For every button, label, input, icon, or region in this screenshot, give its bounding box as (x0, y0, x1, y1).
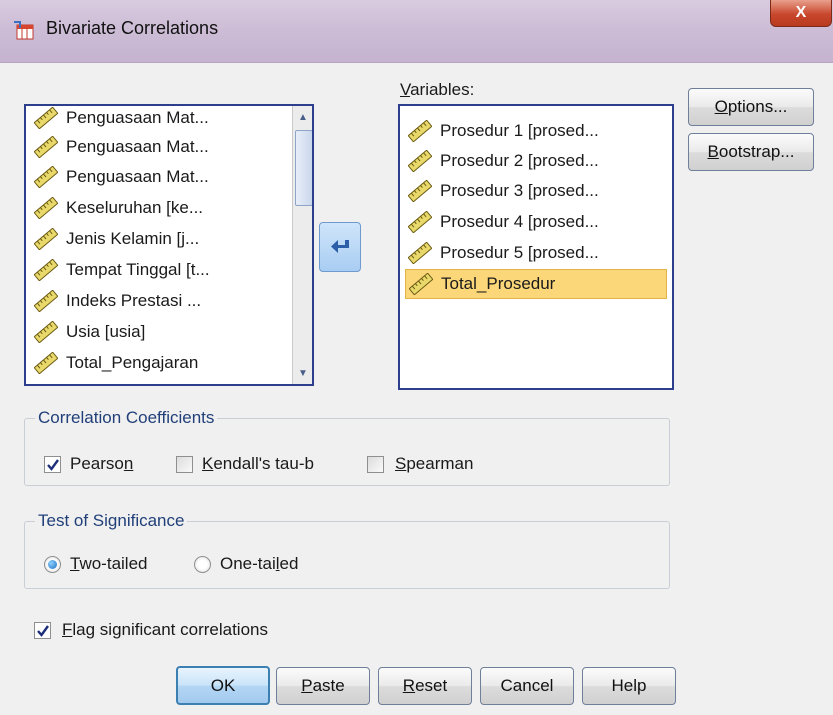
list-item[interactable]: Prosedur 4 [prosed... (408, 207, 599, 237)
list-item[interactable]: Keseluruhan [ke... (34, 193, 203, 223)
scroll-up-arrow-icon[interactable]: ▲ (294, 108, 312, 126)
list-item[interactable]: Prosedur 5 [prosed... (408, 238, 599, 268)
scale-variable-icon (34, 259, 58, 281)
two-tailed-label[interactable]: Two-tailed (70, 554, 148, 574)
spearman-label[interactable]: Spearman (395, 454, 473, 474)
pearson-checkbox[interactable] (44, 456, 61, 473)
options-button[interactable]: Options... (688, 88, 814, 126)
scale-variable-icon (408, 211, 432, 233)
list-item-selected[interactable]: Total_Prosedur (405, 269, 667, 299)
scale-variable-icon (408, 150, 432, 172)
list-item[interactable]: Penguasaan Mat... (34, 132, 209, 162)
one-tailed-label[interactable]: One-tailed (220, 554, 298, 574)
scale-variable-icon (34, 228, 58, 250)
scale-variable-icon (34, 166, 58, 188)
scale-variable-icon (34, 197, 58, 219)
list-item[interactable]: Tempat Tinggal [t... (34, 255, 210, 285)
flag-significant-label[interactable]: Flag significant correlations (62, 620, 268, 640)
bootstrap-button[interactable]: Bootstrap... (688, 133, 814, 171)
scale-variable-icon (34, 352, 58, 374)
vertical-scrollbar[interactable]: ▲ ▼ (292, 106, 312, 384)
scroll-down-arrow-icon[interactable]: ▼ (294, 364, 312, 382)
variables-list[interactable]: Prosedur 1 [prosed... Prosedur 2 [prosed… (398, 104, 674, 390)
ok-button[interactable]: OK (176, 666, 270, 705)
radio-selected-dot (48, 560, 57, 569)
spss-table-icon (14, 21, 34, 40)
one-tailed-radio[interactable] (194, 556, 211, 573)
checkmark-icon (36, 624, 50, 638)
title-bar: Bivariate Correlations X (0, 0, 833, 63)
list-item[interactable]: Prosedur 3 [prosed... (408, 176, 599, 206)
list-item[interactable]: Penguasaan Mat... (34, 104, 209, 133)
list-item[interactable]: Jenis Kelamin [j... (34, 224, 199, 254)
cancel-button[interactable]: Cancel (480, 667, 574, 705)
list-item[interactable]: Prosedur 1 [prosed... (408, 116, 599, 146)
source-variable-list[interactable]: Penguasaan Mat... Penguasaan Mat... Peng… (24, 104, 314, 386)
list-item[interactable]: Penguasaan Mat... (34, 162, 209, 192)
kendall-label[interactable]: Kendall's tau-b (202, 454, 314, 474)
window-title: Bivariate Correlations (46, 18, 219, 38)
close-button[interactable]: X (770, 0, 832, 27)
list-item[interactable]: Indeks Prestasi ... (34, 286, 201, 316)
variables-label: Variables: (400, 80, 475, 99)
group-legend: Correlation Coefficients (35, 408, 218, 428)
close-icon: X (795, 4, 807, 21)
scale-variable-icon (408, 120, 432, 142)
arrow-left-icon (331, 240, 349, 253)
kendall-checkbox[interactable] (176, 456, 193, 473)
two-tailed-radio[interactable] (44, 556, 61, 573)
correlation-coefficients-group: Correlation Coefficients (24, 408, 670, 486)
list-item[interactable]: Usia [usia] (34, 317, 145, 347)
help-button[interactable]: Help (582, 667, 676, 705)
reset-button[interactable]: Reset (378, 667, 472, 705)
list-item[interactable]: Total_Pengajaran (34, 348, 198, 378)
move-variable-button[interactable] (319, 222, 361, 272)
checkmark-icon (46, 458, 60, 472)
list-item[interactable]: Prosedur 2 [prosed... (408, 146, 599, 176)
scale-variable-icon (408, 242, 432, 264)
scale-variable-icon (34, 107, 58, 129)
paste-button[interactable]: Paste (276, 667, 370, 705)
scale-variable-icon (409, 273, 433, 295)
scroll-thumb[interactable] (295, 130, 312, 206)
scale-variable-icon (34, 321, 58, 343)
group-legend: Test of Significance (35, 511, 188, 531)
scale-variable-icon (34, 290, 58, 312)
spearman-checkbox[interactable] (367, 456, 384, 473)
pearson-label[interactable]: Pearson (70, 454, 133, 474)
flag-significant-checkbox[interactable] (34, 622, 51, 639)
scale-variable-icon (408, 180, 432, 202)
scale-variable-icon (34, 136, 58, 158)
